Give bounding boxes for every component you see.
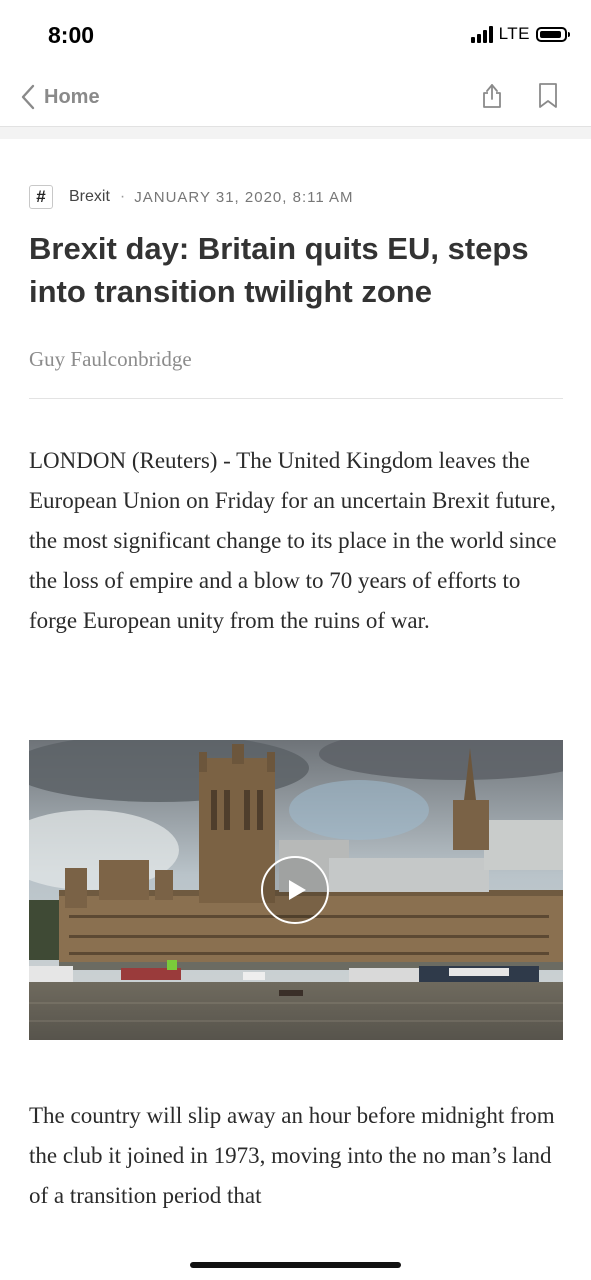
header-divider — [0, 127, 591, 139]
home-indicator[interactable] — [190, 1262, 401, 1268]
hashtag-icon: # — [29, 185, 53, 209]
status-time: 8:00 — [48, 22, 95, 48]
network-label: LTE — [498, 24, 530, 43]
body-paragraph-2: The country will slip away an hour befor… — [29, 1103, 555, 1208]
bookmark-icon — [539, 83, 557, 108]
bookmark-button[interactable] — [533, 81, 563, 111]
play-icon — [289, 880, 306, 900]
video-player[interactable] — [29, 740, 563, 1040]
battery-icon — [536, 26, 570, 42]
meta-separator: · — [119, 188, 126, 205]
play-button[interactable] — [261, 856, 329, 924]
back-label: Home — [44, 85, 100, 108]
body-paragraph-1: LONDON (Reuters) - The United Kingdom le… — [29, 448, 557, 633]
status-bar: 8:00 LTE — [0, 0, 591, 70]
article-meta: # Brexit · JANUARY 31, 2020, 8:11 AM — [29, 183, 354, 211]
publish-date: JANUARY 31, 2020, 8:11 AM — [134, 188, 354, 206]
topic-link[interactable]: Brexit — [69, 188, 110, 206]
signal-icon — [470, 25, 495, 43]
share-button[interactable] — [477, 81, 507, 111]
author-byline[interactable]: Guy Faulconbridge — [29, 347, 192, 372]
bottom-fade — [0, 1226, 591, 1280]
nav-bar: Home — [0, 70, 591, 127]
share-icon — [483, 84, 501, 108]
back-button[interactable]: Home — [20, 80, 100, 114]
chevron-left-icon — [21, 84, 35, 110]
article-headline: Brexit day: Britain quits EU, steps into… — [29, 231, 529, 309]
byline-divider — [29, 398, 563, 399]
status-indicators: LTE — [470, 24, 570, 44]
